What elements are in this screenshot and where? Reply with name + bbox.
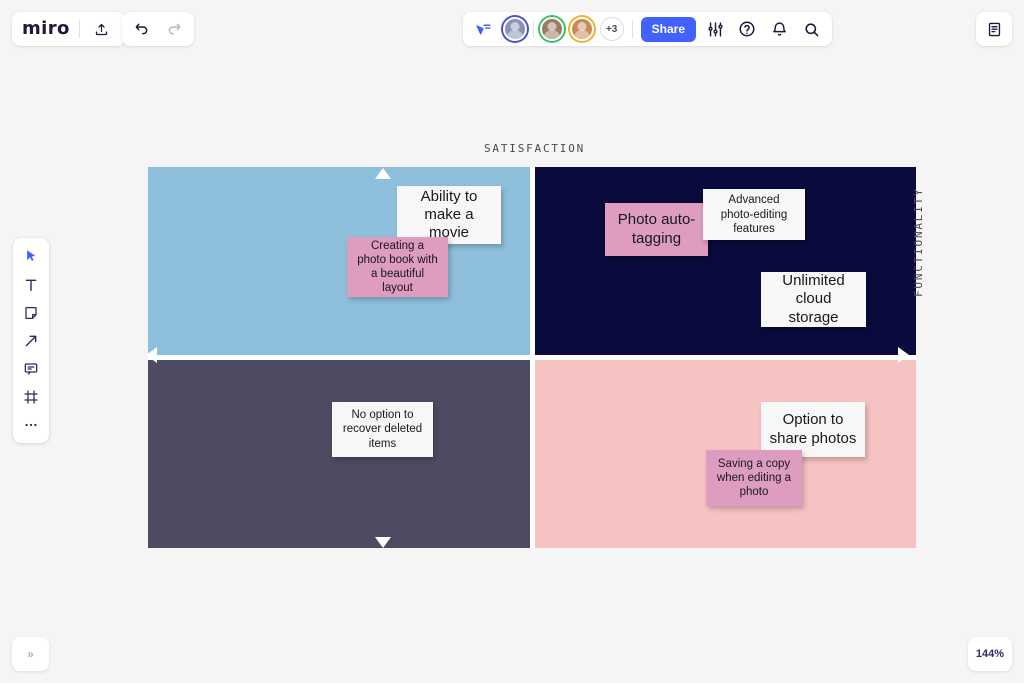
sticky-note[interactable]: Option to share photos <box>761 402 865 457</box>
share-button[interactable]: Share <box>641 17 696 42</box>
top-right-toolbar: +3 Share <box>463 12 832 46</box>
axis-arrow-up <box>375 168 391 179</box>
miro-logo[interactable]: miro <box>22 20 70 38</box>
sticky-note[interactable]: Saving a copy when editing a photo <box>706 450 802 506</box>
avatar[interactable] <box>540 17 564 41</box>
axis-arrow-right <box>898 347 909 363</box>
more-collaborators-badge[interactable]: +3 <box>600 17 624 41</box>
sticky-note[interactable]: Creating a photo book with a beautiful l… <box>347 237 448 297</box>
sticky-note[interactable]: No option to recover deleted items <box>332 402 433 457</box>
cursor-share-icon[interactable] <box>471 16 497 42</box>
avatar[interactable] <box>570 17 594 41</box>
undo-icon[interactable] <box>129 16 155 42</box>
comment-icon[interactable] <box>17 356 45 381</box>
y-axis-label: FUNCTIONALITY <box>912 188 925 298</box>
arrow-icon[interactable] <box>17 328 45 353</box>
expand-panel-button[interactable]: » <box>12 637 49 671</box>
sticky-note-icon[interactable] <box>17 300 45 325</box>
undo-redo-toolbar <box>122 12 194 46</box>
top-left-toolbar: miro <box>12 12 125 46</box>
redo-icon[interactable] <box>161 16 187 42</box>
miro-board-app: miro <box>0 0 1024 683</box>
sticky-note[interactable]: Advanced photo-editing features <box>703 189 805 240</box>
x-axis-label: SATISFACTION <box>484 142 585 155</box>
search-icon[interactable] <box>798 16 824 42</box>
axis-arrow-left <box>146 347 157 363</box>
frame-icon[interactable] <box>17 384 45 409</box>
sliders-icon[interactable] <box>702 16 728 42</box>
divider <box>533 20 534 38</box>
help-circle-icon[interactable] <box>734 16 760 42</box>
ellipsis-icon[interactable] <box>17 412 45 437</box>
divider <box>632 20 633 38</box>
sticky-note[interactable]: Photo auto-tagging <box>605 203 708 256</box>
vertical-axis <box>530 167 535 548</box>
axis-arrow-down <box>375 537 391 548</box>
select-tool[interactable] <box>17 244 45 269</box>
notes-panel-toolbar <box>976 12 1012 46</box>
left-toolbar <box>13 238 49 443</box>
sticky-note[interactable]: Unlimited cloud storage <box>761 272 866 327</box>
bell-icon[interactable] <box>766 16 792 42</box>
sticky-note[interactable]: Ability to make a movie <box>397 186 501 244</box>
divider <box>79 20 80 38</box>
upload-icon[interactable] <box>89 16 115 42</box>
avatar[interactable] <box>503 17 527 41</box>
document-icon[interactable] <box>981 16 1007 42</box>
zoom-level-badge[interactable]: 144% <box>968 637 1012 671</box>
text-tool[interactable] <box>17 272 45 297</box>
